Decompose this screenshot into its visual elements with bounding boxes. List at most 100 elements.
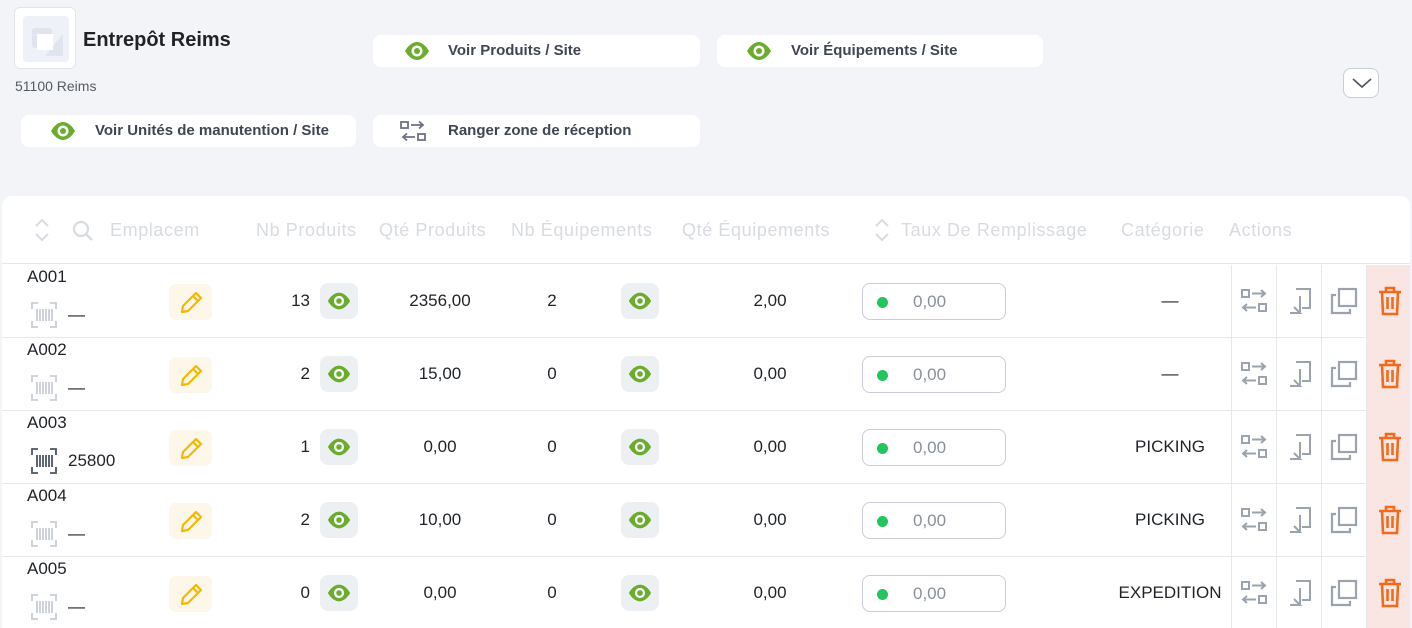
- divider: [1321, 557, 1322, 628]
- pencil-icon: [180, 510, 203, 533]
- fill-rate-field[interactable]: 0,00: [862, 356, 1006, 393]
- move-return-icon[interactable]: [1286, 432, 1314, 462]
- store-reception-label: Ranger zone de réception: [448, 122, 632, 139]
- barcode-scan-icon: [31, 448, 57, 474]
- sort-icon[interactable]: [34, 218, 50, 242]
- qty-equipments: 0,00: [753, 364, 787, 383]
- view-location-equipments-button[interactable]: [621, 575, 659, 611]
- header-location[interactable]: Emplacem: [110, 220, 200, 241]
- table-row: A005 — 0 0,00 0 0,00 0,00 EXPEDITION: [2, 557, 1410, 628]
- fill-rate-field[interactable]: 0,00: [862, 575, 1006, 612]
- view-location-equipments-button[interactable]: [621, 283, 659, 319]
- fill-rate-field[interactable]: 0,00: [862, 283, 1006, 320]
- fill-status-dot: [877, 443, 888, 454]
- duplicate-icon[interactable]: [1330, 287, 1358, 315]
- header-fill-rate[interactable]: Taux De Remplissage: [901, 220, 1087, 241]
- transfer-arrows-icon[interactable]: [1240, 580, 1268, 606]
- fill-status-dot: [877, 297, 888, 308]
- trash-icon[interactable]: [1377, 431, 1403, 463]
- view-location-equipments-button[interactable]: [621, 356, 659, 392]
- eye-icon: [747, 42, 771, 60]
- view-location-products-button[interactable]: [320, 502, 358, 538]
- nb-equipments: 0: [547, 364, 557, 383]
- pencil-icon: [180, 291, 203, 314]
- view-handling-units-button[interactable]: Voir Unités de manutention / Site: [21, 115, 356, 147]
- trash-icon[interactable]: [1377, 358, 1403, 390]
- divider: [1366, 484, 1367, 557]
- location-barcode: —: [68, 524, 85, 543]
- qty-products: 2356,00: [409, 291, 471, 310]
- transfer-arrows-icon[interactable]: [1240, 507, 1268, 533]
- view-location-equipments-button[interactable]: [621, 502, 659, 538]
- fill-rate-value: 0,00: [913, 365, 947, 384]
- collapse-toggle-button[interactable]: [1343, 68, 1379, 98]
- edit-location-button[interactable]: [169, 576, 212, 612]
- view-location-products-button[interactable]: [320, 429, 358, 465]
- table-row: A004 — 2 10,00 0 0,00 0,00 PICKING: [2, 484, 1410, 557]
- nb-equipments: 0: [547, 510, 557, 529]
- divider: [1231, 411, 1232, 484]
- divider: [1366, 557, 1367, 628]
- transfer-arrows-icon: [400, 120, 426, 142]
- move-return-icon[interactable]: [1286, 578, 1314, 608]
- qty-equipments: 2,00: [753, 291, 787, 310]
- view-location-equipments-button[interactable]: [621, 429, 659, 465]
- divider: [1276, 411, 1277, 484]
- duplicate-icon[interactable]: [1330, 579, 1358, 607]
- location-barcode: —: [68, 378, 85, 397]
- qty-products: 10,00: [418, 510, 462, 529]
- location-code: A003: [27, 413, 67, 432]
- search-icon[interactable]: [72, 220, 94, 242]
- view-location-products-button[interactable]: [320, 575, 358, 611]
- eye-icon: [327, 292, 351, 310]
- transfer-arrows-icon[interactable]: [1240, 288, 1268, 314]
- transfer-arrows-icon[interactable]: [1240, 361, 1268, 387]
- store-reception-button[interactable]: Ranger zone de réception: [373, 115, 700, 147]
- duplicate-icon[interactable]: [1330, 433, 1358, 461]
- divider: [1366, 338, 1367, 411]
- nb-equipments: 0: [547, 437, 557, 456]
- pencil-icon: [180, 364, 203, 387]
- view-equipments-label: Voir Équipements / Site: [791, 42, 958, 59]
- trash-icon[interactable]: [1377, 504, 1403, 536]
- fill-rate-value: 0,00: [913, 511, 947, 530]
- view-location-products-button[interactable]: [320, 356, 358, 392]
- edit-location-button[interactable]: [169, 430, 212, 466]
- divider: [1231, 338, 1232, 411]
- eye-icon: [628, 292, 652, 310]
- edit-location-button[interactable]: [169, 357, 212, 393]
- duplicate-icon[interactable]: [1330, 506, 1358, 534]
- divider: [1321, 265, 1322, 338]
- divider: [1366, 411, 1367, 484]
- edit-location-button[interactable]: [169, 503, 212, 539]
- trash-icon[interactable]: [1377, 285, 1403, 317]
- sort-icon[interactable]: [874, 218, 890, 242]
- duplicate-icon[interactable]: [1330, 360, 1358, 388]
- move-return-icon[interactable]: [1286, 286, 1314, 316]
- site-address: 51100 Reims: [15, 78, 97, 94]
- eye-icon: [327, 584, 351, 602]
- fill-rate-value: 0,00: [913, 438, 947, 457]
- table-row: A003 25800 1 0,00 0 0,00 0,00 PICKING: [2, 411, 1410, 484]
- view-location-products-button[interactable]: [320, 283, 358, 319]
- view-equipments-button[interactable]: Voir Équipements / Site: [717, 35, 1043, 67]
- move-return-icon[interactable]: [1286, 505, 1314, 535]
- fill-rate-field[interactable]: 0,00: [862, 502, 1006, 539]
- nb-equipments: 0: [547, 583, 557, 602]
- trash-icon[interactable]: [1377, 577, 1403, 609]
- eye-icon: [51, 122, 75, 140]
- divider: [1231, 557, 1232, 628]
- view-products-button[interactable]: Voir Produits / Site: [373, 35, 700, 67]
- fill-rate-value: 0,00: [913, 584, 947, 603]
- site-logo: [14, 7, 76, 69]
- barcode-scan-icon: [31, 302, 57, 328]
- move-return-icon[interactable]: [1286, 359, 1314, 389]
- fill-rate-field[interactable]: 0,00: [862, 429, 1006, 466]
- eye-icon: [327, 511, 351, 529]
- site-placeholder-icon: [23, 16, 69, 62]
- edit-location-button[interactable]: [169, 284, 212, 320]
- transfer-arrows-icon[interactable]: [1240, 434, 1268, 460]
- location-category: PICKING: [1135, 437, 1205, 456]
- eye-icon: [628, 584, 652, 602]
- view-products-label: Voir Produits / Site: [448, 42, 582, 59]
